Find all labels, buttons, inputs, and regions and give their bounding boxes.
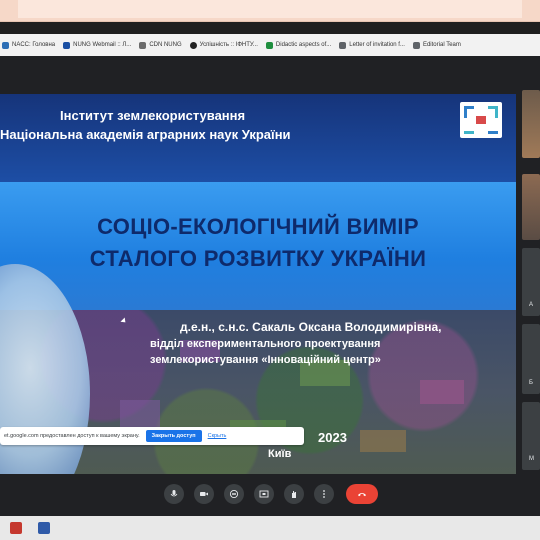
end-call-icon[interactable] (346, 484, 378, 504)
sheet-icon (265, 41, 273, 49)
hide-banner-link[interactable]: Скрыть (208, 433, 227, 439)
slide-title-line1: СОЦІО-ЕКОЛОГІЧНИЙ ВИМІР (97, 214, 419, 239)
raise-hand-icon[interactable] (284, 484, 304, 504)
screen-share-banner: et.google.com предоставлен доступ к ваше… (0, 427, 304, 445)
author-department: відділ експериментального проектування (150, 338, 381, 350)
author-unit: землекористування «Інноваційний центр» (150, 354, 381, 366)
bookmark-nung-webmail[interactable]: NUNG Webmail :: Л... (63, 41, 132, 49)
institute-name: Інститут землекористування (60, 108, 246, 123)
github-icon (189, 41, 197, 49)
letter-icon (339, 41, 347, 49)
shared-slide: Інститут землекористування Національна а… (0, 94, 516, 474)
stop-sharing-button[interactable]: Закрыть доступ (145, 430, 202, 442)
slide-year: 2023 (318, 430, 347, 445)
camera-icon[interactable] (194, 484, 214, 504)
nacc-icon (2, 41, 9, 49)
bookmark-label: Успішність :: ІФНТУ... (199, 42, 258, 48)
present-icon[interactable] (254, 484, 274, 504)
bookmark-didactic[interactable]: Didactic aspects of... (265, 41, 332, 49)
address-area[interactable] (18, 0, 522, 18)
editorial-icon (412, 41, 420, 49)
bookmark-label: Letter of invitation f... (349, 42, 405, 48)
bookmarks-bar: NACC: Головна NUNG Webmail :: Л... CDN N… (0, 34, 540, 56)
mail-icon (63, 41, 71, 49)
bookmark-label: Didactic aspects of... (275, 42, 332, 48)
author-name: д.е.н., с.н.с. Сакаль Оксана Володимирів… (180, 320, 442, 334)
share-banner-text: et.google.com предоставлен доступ к ваше… (4, 433, 140, 439)
mic-icon[interactable] (164, 484, 184, 504)
app-icon[interactable] (38, 522, 50, 534)
captions-icon[interactable] (224, 484, 244, 504)
slide-city: Київ (268, 448, 292, 460)
participants-strip: А Б М (522, 90, 540, 474)
bookmark-label: CDN NUNG (149, 42, 182, 48)
bookmark-label: Editorial Team (422, 42, 461, 48)
os-taskbar (0, 516, 540, 540)
field-patch (360, 430, 406, 452)
doc-icon (139, 41, 147, 49)
bookmark-letter[interactable]: Letter of invitation f... (339, 41, 405, 49)
bookmark-label: NUNG Webmail :: Л... (73, 42, 132, 48)
participant-tile[interactable]: М (522, 402, 540, 470)
participant-tile[interactable] (522, 174, 540, 240)
participant-tile[interactable]: Б (522, 324, 540, 394)
academy-name: Національна академія аграрних наук Украї… (0, 127, 291, 142)
bookmark-editorial[interactable]: Editorial Team (412, 41, 461, 49)
more-icon[interactable] (314, 484, 334, 504)
field-patch (420, 380, 464, 404)
participant-tile[interactable]: А (522, 248, 540, 316)
participant-tile[interactable] (522, 90, 540, 158)
field-patch (120, 400, 160, 430)
screen-root: NACC: Головна NUNG Webmail :: Л... CDN N… (0, 0, 540, 540)
browser-top-bar (0, 0, 540, 22)
institute-logo (460, 102, 502, 138)
slide-title-line2: СТАЛОГО РОЗВИТКУ УКРАЇНИ (89, 246, 427, 271)
bookmark-uspishnist[interactable]: Успішність :: ІФНТУ... (189, 41, 258, 49)
bookmark-cdn-nung[interactable]: CDN NUNG (139, 41, 182, 49)
bookmark-nacc[interactable]: NACC: Головна (2, 41, 56, 49)
app-icon[interactable] (10, 522, 22, 534)
meeting-controls (0, 484, 540, 512)
bookmark-label: NACC: Головна (12, 42, 56, 48)
